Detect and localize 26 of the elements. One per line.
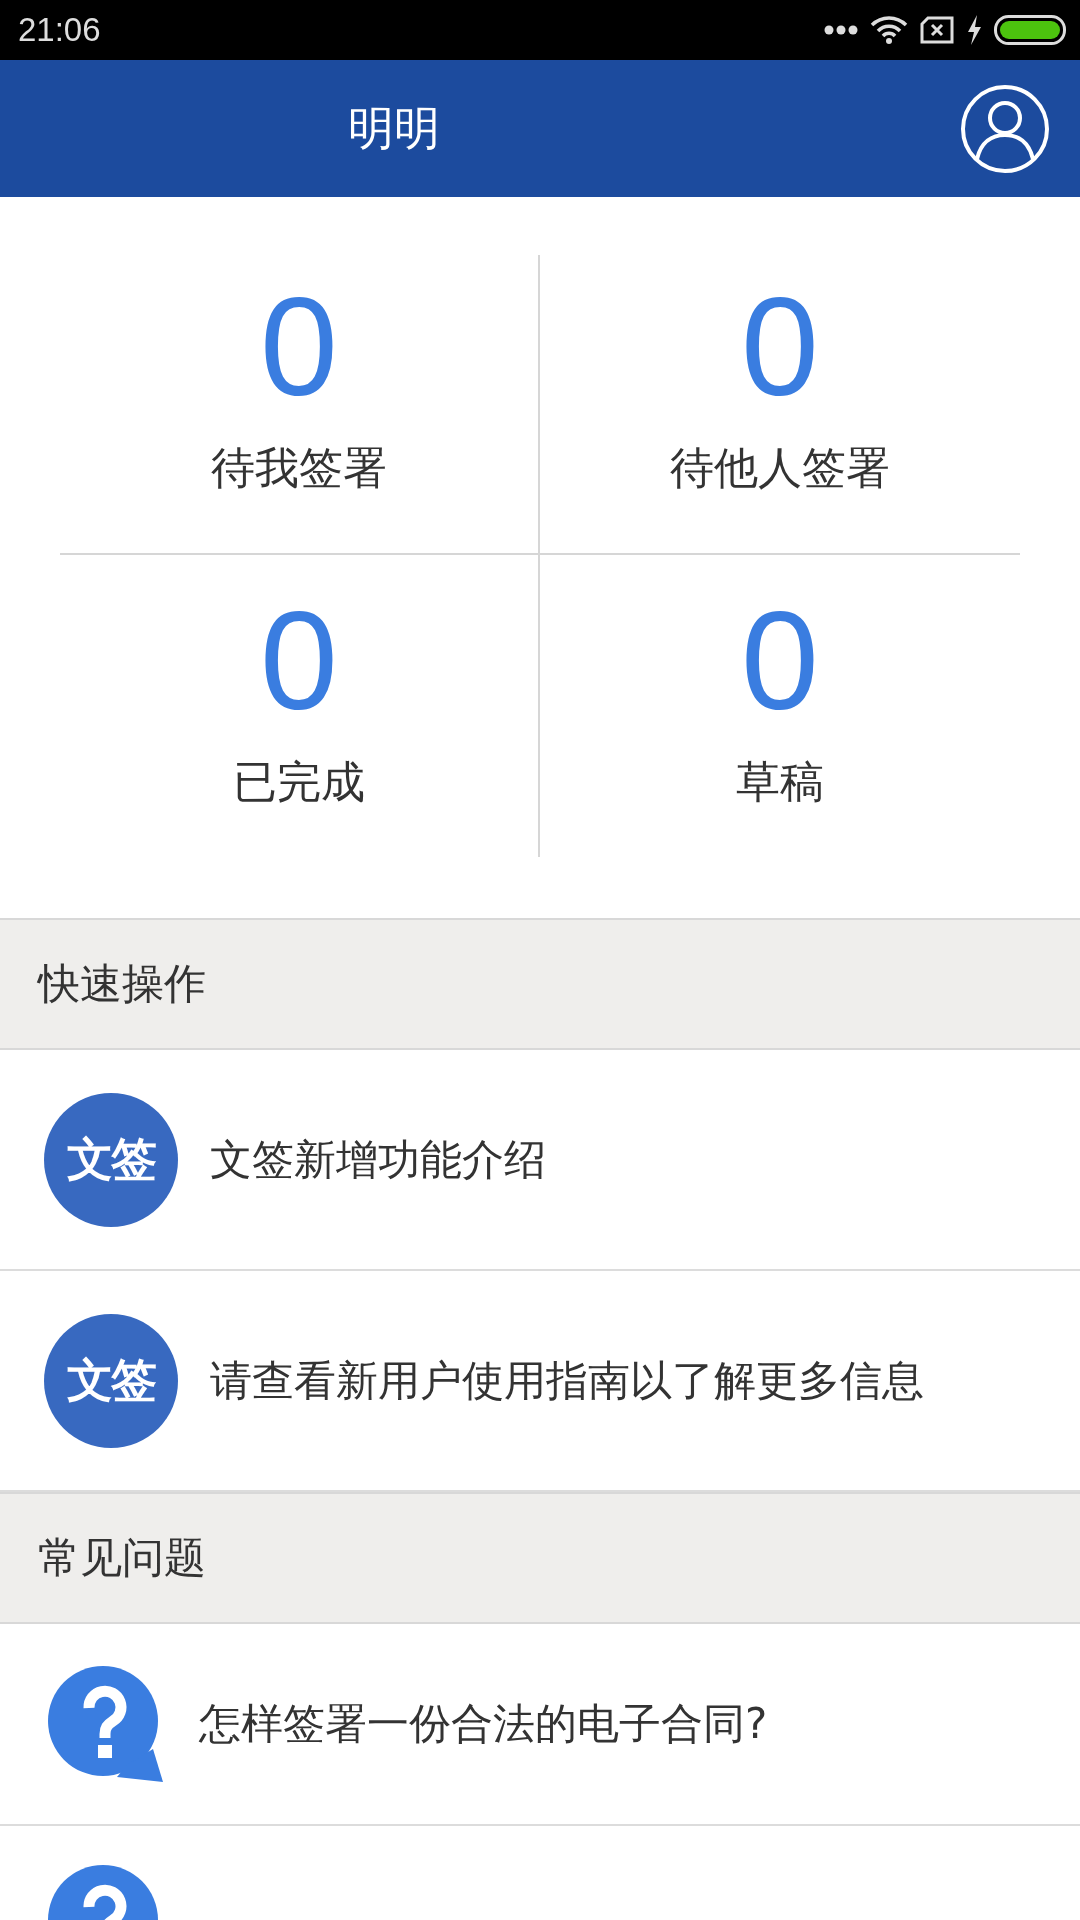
- user-profile-icon[interactable]: [960, 84, 1050, 174]
- charging-icon: [966, 15, 982, 45]
- status-time: 21:06: [18, 11, 101, 49]
- quick-action-label: 请查看新用户使用指南以了解更多信息: [210, 1354, 924, 1407]
- faq-item[interactable]: 怎样签署一份合法的电子合同?: [0, 1624, 1080, 1826]
- wifi-icon: [870, 15, 908, 45]
- app-logo-badge: 文签: [44, 1313, 178, 1448]
- stat-label[interactable]: 待我签署: [211, 439, 387, 498]
- quick-action-item[interactable]: 文签 文签新增功能介绍: [0, 1050, 1080, 1271]
- section-title: 快速操作: [38, 958, 206, 1010]
- stat-label[interactable]: 草稿: [736, 753, 824, 812]
- section-title: 常见问题: [38, 1532, 206, 1584]
- stat-label[interactable]: 已完成: [233, 753, 365, 812]
- stat-label[interactable]: 待他人签署: [670, 439, 890, 498]
- more-dots-icon: [824, 25, 858, 35]
- header-title: 明明: [348, 99, 440, 157]
- stat-count[interactable]: 0: [260, 591, 338, 731]
- sim-card-icon: [920, 16, 954, 44]
- stat-count[interactable]: 0: [741, 591, 819, 731]
- faq-question: 怎样签署一份合法的电子合同?: [199, 1698, 768, 1750]
- stat-count[interactable]: 0: [741, 277, 819, 417]
- quick-action-label: 文签新增功能介绍: [210, 1133, 546, 1186]
- app-logo-badge: 文签: [44, 1092, 178, 1227]
- question-bubble-icon: [47, 1665, 163, 1783]
- stat-count[interactable]: 0: [260, 277, 338, 417]
- battery-icon: [994, 15, 1066, 45]
